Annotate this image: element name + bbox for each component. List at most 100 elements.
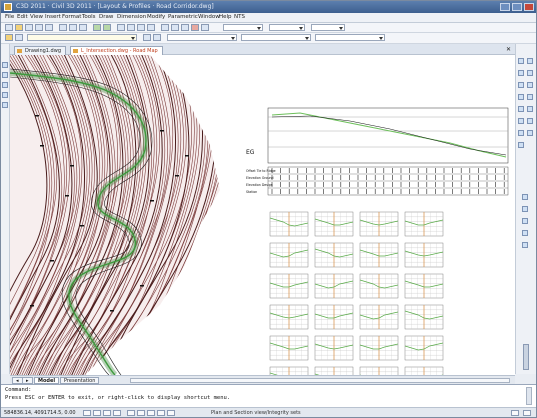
open-icon[interactable] [15, 24, 23, 31]
osnap-toggle[interactable] [127, 410, 135, 416]
paste-icon[interactable] [79, 24, 87, 31]
layer-combo[interactable] [27, 34, 137, 41]
cross-section-view[interactable] [314, 242, 354, 268]
cross-section-view[interactable] [269, 335, 309, 361]
menu-file[interactable]: File [5, 14, 14, 20]
ducs-toggle[interactable] [147, 410, 155, 416]
properties-icon[interactable] [161, 24, 169, 31]
cross-section-view[interactable] [269, 304, 309, 330]
copy-icon[interactable] [69, 24, 77, 31]
text-style-combo[interactable] [223, 24, 263, 31]
tab-presentation[interactable]: Presentation [60, 377, 100, 384]
profile-view[interactable] [267, 107, 509, 164]
layer-previous-icon[interactable] [153, 34, 161, 41]
otrack-toggle[interactable] [137, 410, 145, 416]
explode-icon[interactable] [518, 142, 524, 148]
menu-edit[interactable]: Edit [17, 14, 28, 20]
layer-manager-icon[interactable] [5, 34, 13, 41]
cross-section-view[interactable] [314, 335, 354, 361]
polyline-icon[interactable] [2, 72, 8, 78]
linetype-combo[interactable] [241, 34, 311, 41]
menu-modify[interactable]: Modify [147, 14, 165, 20]
osnap-icon[interactable] [522, 206, 528, 212]
cross-section-view[interactable] [269, 366, 309, 375]
zoom-previous-icon[interactable] [147, 24, 155, 31]
cross-section-view[interactable] [359, 304, 399, 330]
markup-icon[interactable] [191, 24, 199, 31]
cross-section-views[interactable] [269, 211, 444, 375]
menu-format[interactable]: Format [62, 14, 81, 20]
cross-section-view[interactable] [404, 242, 444, 268]
table-style-combo[interactable] [311, 24, 345, 31]
cross-section-view[interactable] [404, 335, 444, 361]
close-button[interactable] [524, 3, 534, 11]
menu-view[interactable]: View [30, 14, 43, 20]
zoom-icon[interactable] [127, 24, 135, 31]
lwt-toggle[interactable] [167, 410, 175, 416]
clean-screen-icon[interactable] [511, 410, 519, 416]
cross-section-view[interactable] [359, 211, 399, 237]
settings-icon[interactable] [523, 410, 531, 416]
cross-section-view[interactable] [314, 211, 354, 237]
design-center-icon[interactable] [171, 24, 179, 31]
calculator-icon[interactable] [201, 24, 209, 31]
tab-nav-next-icon[interactable]: ▸ [22, 377, 33, 384]
cross-section-view[interactable] [359, 335, 399, 361]
erase-icon[interactable] [518, 58, 524, 64]
cross-section-view[interactable] [359, 242, 399, 268]
command-line[interactable]: Command: Press ESC or ENTER to exit, or … [1, 384, 536, 407]
dim-style-combo[interactable] [269, 24, 305, 31]
array-icon[interactable] [518, 82, 524, 88]
snap-toggle[interactable] [83, 410, 91, 416]
redo-icon[interactable] [103, 24, 111, 31]
cross-section-view[interactable] [314, 304, 354, 330]
make-current-icon[interactable] [143, 34, 151, 41]
cross-section-view[interactable] [314, 366, 354, 375]
save-icon[interactable] [25, 24, 33, 31]
menu-nts[interactable]: NTS [234, 14, 245, 20]
tool-palettes-icon[interactable] [181, 24, 189, 31]
move-icon[interactable] [527, 82, 533, 88]
rotate-icon[interactable] [518, 94, 524, 100]
break-icon[interactable] [527, 118, 533, 124]
zoom-window-icon[interactable] [137, 24, 145, 31]
menu-parametric[interactable]: Parametric [168, 14, 198, 20]
line-icon[interactable] [2, 62, 8, 68]
vertical-scrollbar[interactable] [523, 344, 529, 370]
dyn-toggle[interactable] [157, 410, 165, 416]
print-icon[interactable] [35, 24, 43, 31]
scale-icon[interactable] [527, 94, 533, 100]
cut-icon[interactable] [59, 24, 67, 31]
snap-icon[interactable] [522, 194, 528, 200]
horizontal-scrollbar[interactable] [130, 378, 510, 383]
tab-nav-first-icon[interactable]: ◂ [12, 377, 23, 384]
trim-icon[interactable] [527, 106, 533, 112]
drawing-viewport[interactable]: EG Offset Tie to Ridge Elevation Ground … [10, 55, 515, 375]
menu-insert[interactable]: Insert [45, 14, 61, 20]
cross-section-view[interactable] [314, 273, 354, 299]
cross-section-view[interactable] [359, 273, 399, 299]
cross-section-view[interactable] [359, 366, 399, 375]
menu-help[interactable]: Help [219, 14, 232, 20]
tab-model[interactable]: Model [34, 377, 60, 384]
cross-section-view[interactable] [269, 242, 309, 268]
cross-section-view[interactable] [404, 366, 444, 375]
command-scrollbar[interactable] [526, 387, 532, 405]
ortho-icon[interactable] [522, 218, 528, 224]
minimize-button[interactable] [500, 3, 510, 11]
offset-icon[interactable] [527, 70, 533, 76]
stretch-icon[interactable] [518, 106, 524, 112]
color-combo[interactable] [167, 34, 237, 41]
circle-icon[interactable] [2, 82, 8, 88]
tab-close-icon[interactable]: ✕ [506, 46, 511, 53]
cross-section-view[interactable] [404, 304, 444, 330]
menu-window[interactable]: Window [198, 14, 220, 20]
tab-intersection[interactable]: L_Intersection.dwg - Road Map [70, 46, 163, 55]
mirror-icon[interactable] [518, 70, 524, 76]
arc-icon[interactable] [2, 92, 8, 98]
menu-dimension[interactable]: Dimension [117, 14, 146, 20]
ortho-toggle[interactable] [103, 410, 111, 416]
polar-icon[interactable] [522, 230, 528, 236]
cross-section-view[interactable] [404, 273, 444, 299]
preview-icon[interactable] [45, 24, 53, 31]
